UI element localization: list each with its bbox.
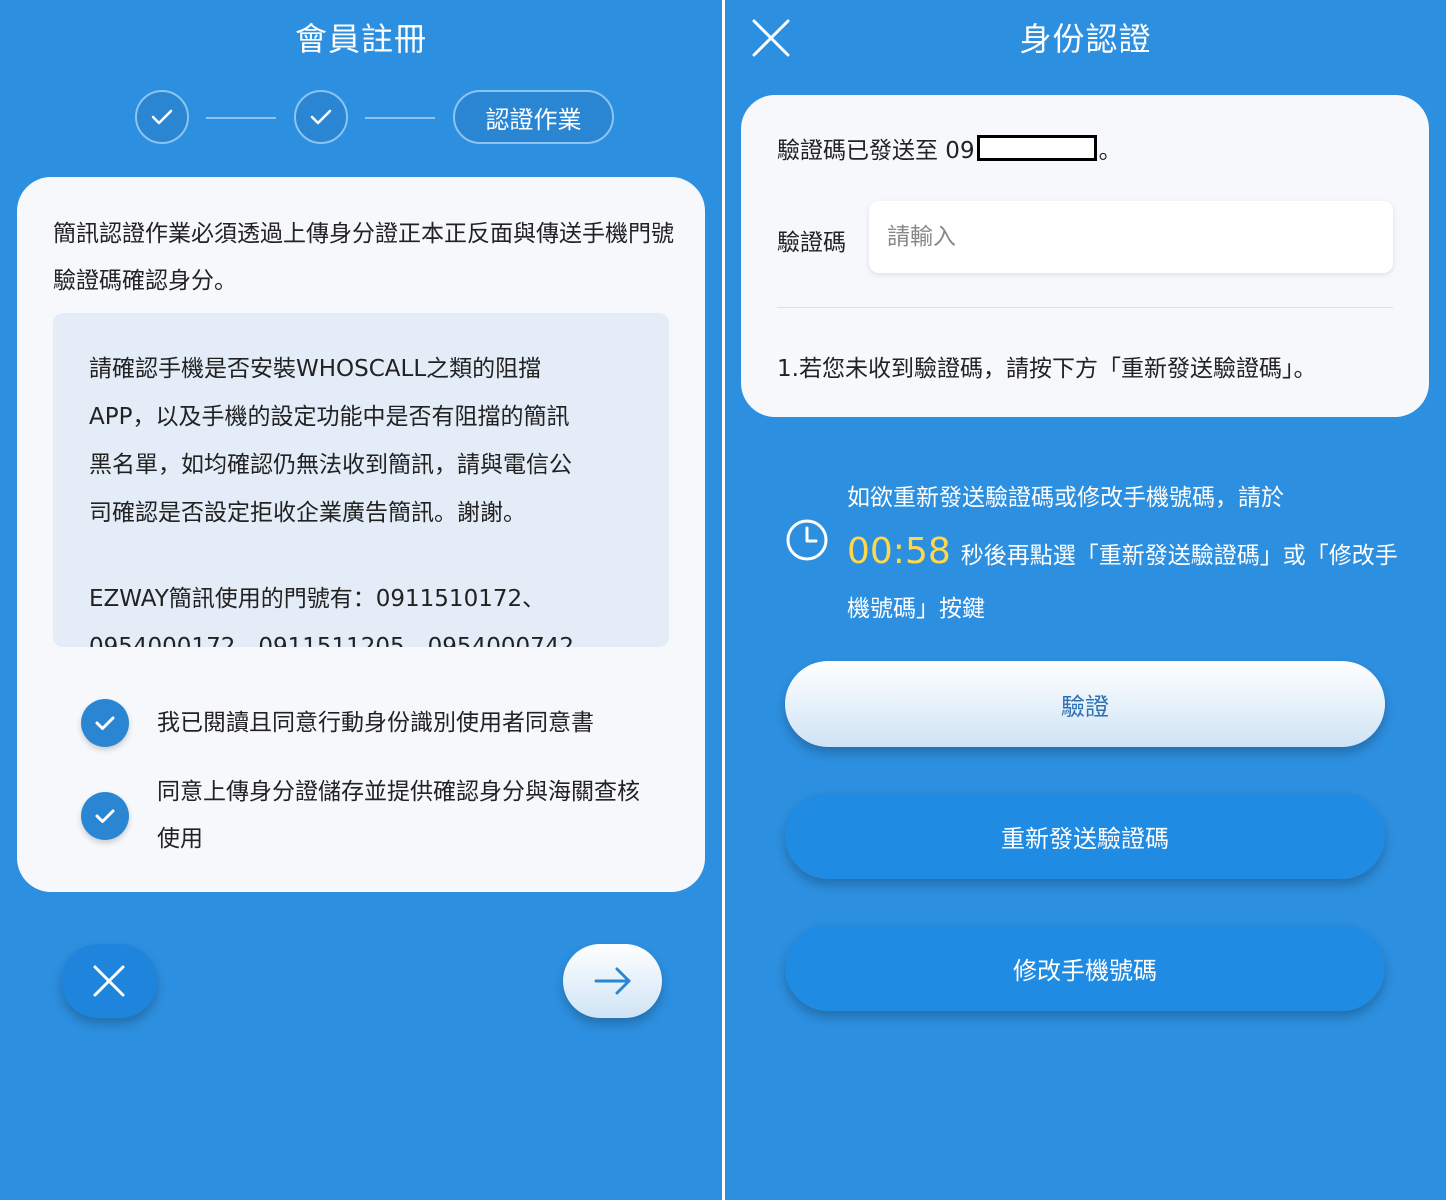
next-button[interactable] xyxy=(563,944,662,1018)
notice-phone-numbers: EZWAY簡訊使用的門號有：0911510172、 0954000172、091… xyxy=(89,586,597,647)
countdown-timer: 00:58 xyxy=(847,531,951,572)
timer-line-1: 如欲重新發送驗證碼或修改手機號碼，請於 xyxy=(847,485,1284,511)
resend-code-button[interactable]: 重新發送驗證碼 xyxy=(785,793,1385,879)
verification-code-input[interactable] xyxy=(869,201,1393,273)
clock-icon xyxy=(786,519,828,561)
page-title: 會員註冊 xyxy=(294,20,427,58)
arrow-right-icon xyxy=(594,967,630,995)
resend-timer-message: 如欲重新發送驗證碼或修改手機號碼，請於 00:58 秒後再點選「重新發送驗證碼」或… xyxy=(847,472,1407,636)
consent-id-upload[interactable]: 同意上傳身分證儲存並提供確認身分與海關查核使用 xyxy=(81,769,647,863)
check-icon xyxy=(95,716,115,730)
code-sent-prefix: 驗證碼已發送至 09 xyxy=(777,138,975,164)
step-connector xyxy=(365,117,435,119)
divider xyxy=(777,307,1393,308)
identity-verification-screen: 身份認證 驗證碼已發送至 09 。 驗證碼 1.若您未收到驗證碼，請按下方「重新… xyxy=(725,0,1446,1200)
code-sent-message: 驗證碼已發送至 09 。 xyxy=(777,131,1122,165)
consent-label: 我已閱讀且同意行動身份識別使用者同意書 xyxy=(157,709,594,736)
step-connector xyxy=(206,117,276,119)
intro-text: 簡訊認證作業必須透過上傳身分證正本正反面與傳送手機門號驗證碼確認身分。 xyxy=(53,221,674,294)
checkbox-checked[interactable] xyxy=(81,792,129,840)
notice-paragraph: 請確認手機是否安裝WHOSCALL之類的阻擋 APP，以及手機的設定功能中是否有… xyxy=(89,356,572,526)
page-title: 身份認證 xyxy=(1019,20,1152,58)
verify-button[interactable]: 驗證 xyxy=(785,661,1385,747)
step-1-complete xyxy=(135,90,189,144)
checkbox-checked[interactable] xyxy=(81,699,129,747)
resend-hint: 1.若您未收到驗證碼，請按下方「重新發送驗證碼」。 xyxy=(777,356,1317,382)
edit-phone-button[interactable]: 修改手機號碼 xyxy=(785,925,1385,1011)
registration-screen: 會員註冊 認證作業 簡訊認證作業必須透過上傳身分證正本正反面與傳送手機門號驗證碼… xyxy=(0,0,722,1200)
consent-label: 同意上傳身分證儲存並提供確認身分與海關查核使用 xyxy=(157,779,640,852)
registration-card: 簡訊認證作業必須透過上傳身分證正本正反面與傳送手機門號驗證碼確認身分。 請確認手… xyxy=(17,177,705,892)
step-3-current: 認證作業 xyxy=(453,90,614,144)
cancel-button[interactable] xyxy=(61,944,157,1018)
code-label: 驗證碼 xyxy=(777,230,846,256)
close-icon xyxy=(93,965,125,997)
redacted-phone-number xyxy=(976,135,1097,161)
step-2-complete xyxy=(294,90,348,144)
notice-box[interactable]: 請確認手機是否安裝WHOSCALL之類的阻擋 APP，以及手機的設定功能中是否有… xyxy=(53,313,669,647)
check-icon xyxy=(310,109,332,125)
verification-card: 驗證碼已發送至 09 。 驗證碼 1.若您未收到驗證碼，請按下方「重新發送驗證碼… xyxy=(741,95,1429,417)
check-icon xyxy=(95,809,115,823)
check-icon xyxy=(151,109,173,125)
consent-user-agreement[interactable]: 我已閱讀且同意行動身份識別使用者同意書 xyxy=(81,699,657,747)
code-sent-suffix: 。 xyxy=(1098,138,1122,164)
